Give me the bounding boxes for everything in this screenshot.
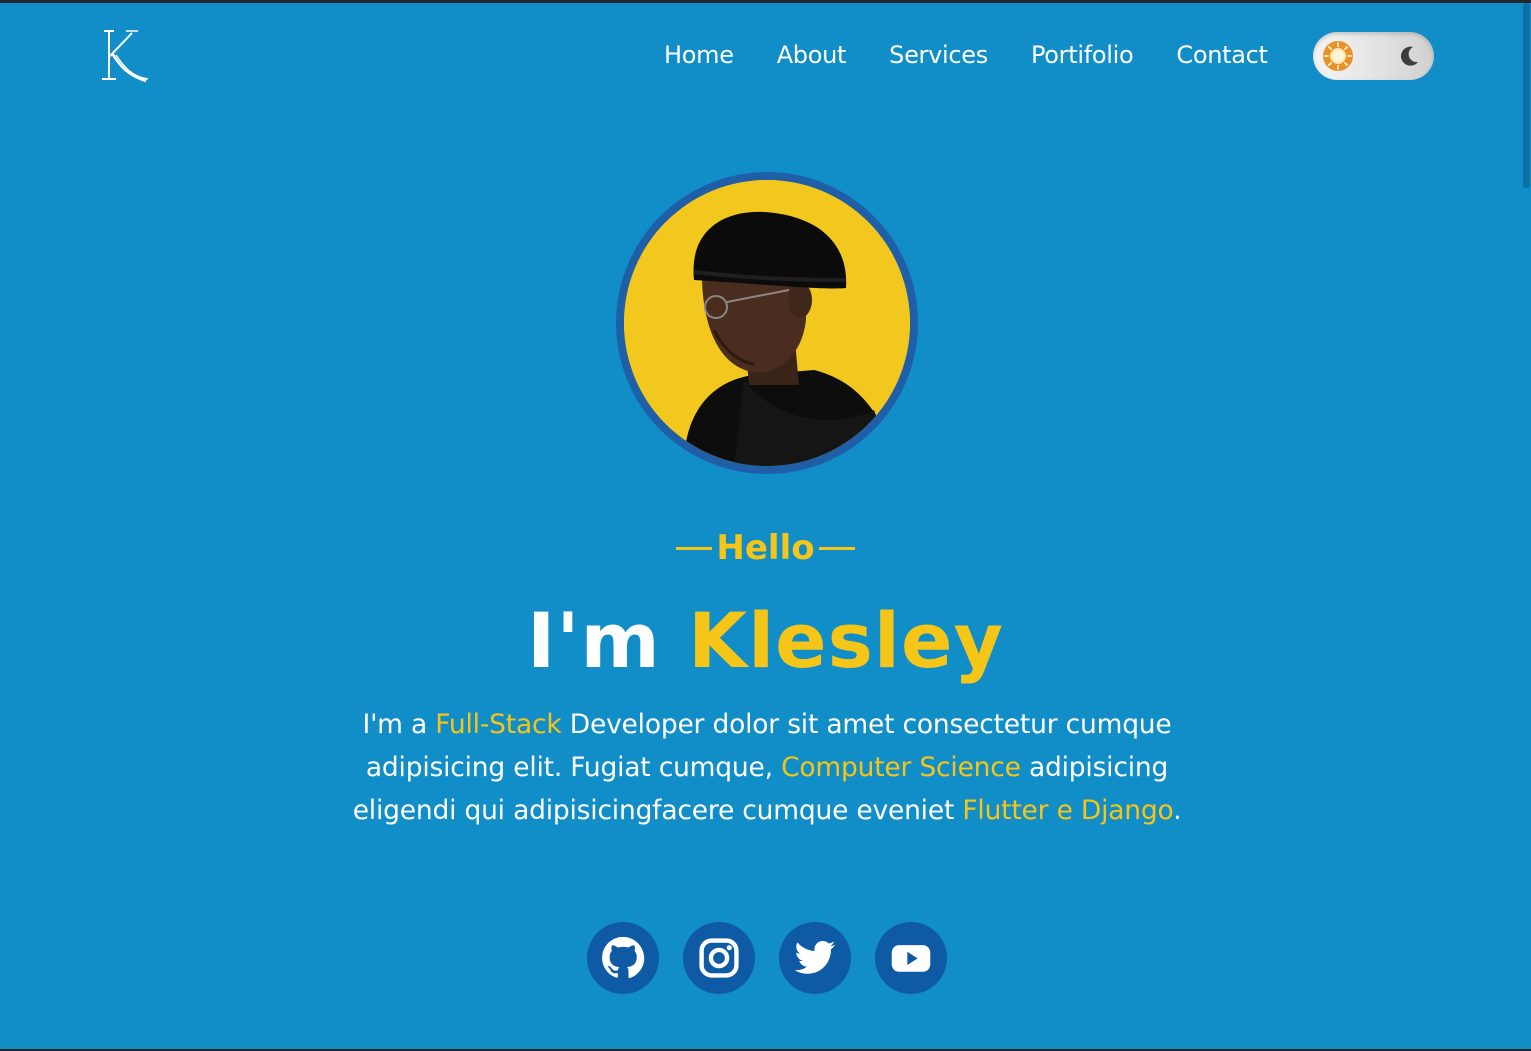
bio-highlight-flutter-django: Flutter e Django [962, 795, 1174, 826]
nav-services[interactable]: Services [889, 39, 988, 71]
nav-home[interactable]: Home [664, 39, 734, 71]
nav-portfolio[interactable]: Portifolio [1031, 39, 1134, 71]
github-link[interactable] [587, 922, 659, 994]
youtube-icon [891, 945, 931, 972]
twitter-link[interactable] [779, 922, 851, 994]
greeting-dash-right [818, 546, 855, 550]
logo[interactable] [98, 27, 152, 85]
twitter-icon [794, 940, 836, 974]
hero-bio: I'm a Full-Stack Developer dolor sit ame… [330, 703, 1204, 832]
avatar [624, 180, 910, 466]
greeting-dash-left [676, 546, 713, 550]
instagram-icon [699, 938, 739, 978]
nav-contact[interactable]: Contact [1176, 39, 1268, 71]
hero-headline: I'm Klesley [0, 591, 1531, 691]
github-icon [602, 936, 645, 979]
greeting-text: Hello [716, 528, 815, 568]
social-links [587, 922, 947, 994]
profile-photo [624, 180, 910, 466]
nav-about[interactable]: About [777, 39, 847, 71]
bio-text-1: I'm a [362, 709, 436, 740]
instagram-link[interactable] [683, 922, 755, 994]
bio-highlight-cs: Computer Science [781, 752, 1021, 783]
sun-icon [1323, 41, 1353, 71]
bio-text-4: . [1173, 795, 1182, 826]
moon-icon [1401, 46, 1418, 66]
headline-name: Klesley [688, 596, 1005, 685]
main-nav: Home About Services Portifolio Contact [664, 39, 1268, 71]
theme-toggle[interactable] [1313, 32, 1434, 80]
scrollbar-thumb[interactable] [1523, 3, 1530, 188]
k-monogram-logo-icon [102, 30, 149, 83]
bio-highlight-fullstack: Full-Stack [435, 709, 562, 740]
greeting: Hello [0, 526, 1531, 570]
youtube-link[interactable] [875, 922, 947, 994]
headline-prefix: I'm [526, 596, 661, 685]
